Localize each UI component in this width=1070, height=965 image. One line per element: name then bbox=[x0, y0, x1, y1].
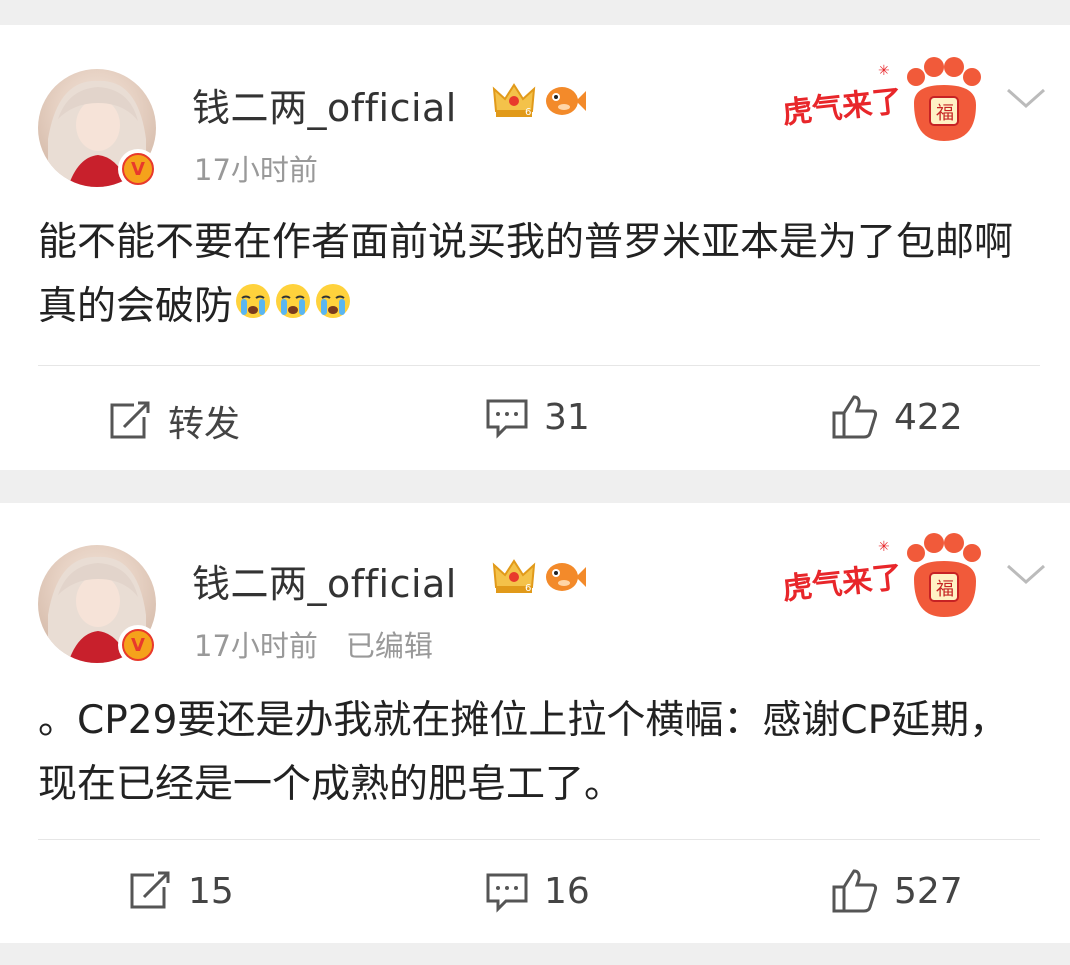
like-count: 527 bbox=[894, 870, 963, 912]
comment-icon bbox=[486, 399, 528, 439]
timestamp: 17小时前 bbox=[194, 629, 318, 663]
comment-count: 16 bbox=[544, 870, 590, 912]
crying-face-icon bbox=[313, 277, 353, 341]
svg-text:6: 6 bbox=[525, 583, 531, 594]
edited-label: 已编辑 bbox=[345, 629, 433, 663]
user-badges[interactable]: 6 bbox=[492, 557, 588, 597]
username[interactable]: 钱二两_official bbox=[192, 77, 457, 132]
repost-count: 15 bbox=[188, 870, 234, 912]
user-badges[interactable]: 6 bbox=[492, 81, 588, 121]
thumbs-up-icon bbox=[832, 869, 878, 913]
promo-text: 虎气来了 bbox=[782, 84, 904, 131]
comment-button[interactable]: 16 bbox=[484, 869, 590, 913]
post-text: 。CP29要还是办我就在摊位上拉个横幅：感谢CP延期，现在已经是一个成熟的肥皂工… bbox=[38, 698, 1009, 807]
repost-icon bbox=[130, 871, 170, 909]
promo-text: 虎气来了 bbox=[782, 560, 904, 607]
avatar[interactable]: V bbox=[38, 545, 158, 665]
verified-badge-icon: V bbox=[118, 625, 158, 665]
svg-text:✳: ✳ bbox=[878, 63, 890, 79]
post-card[interactable]: V 钱二两_official 6 17小时前 虎气来了 福 ✳ 能不能不要在作者… bbox=[0, 25, 1070, 470]
fish-badge-icon bbox=[546, 87, 586, 115]
username[interactable]: 钱二两_official bbox=[192, 553, 457, 608]
verified-badge-icon: V bbox=[118, 149, 158, 189]
comment-icon bbox=[486, 873, 528, 913]
repost-button[interactable]: 转发 bbox=[106, 395, 240, 447]
fish-badge-icon bbox=[546, 563, 586, 591]
tiger-year-promo-icon[interactable]: 虎气来了 福 ✳ bbox=[782, 521, 987, 621]
thumbs-up-icon bbox=[832, 395, 878, 439]
comment-count: 31 bbox=[544, 396, 590, 438]
post-text: 能不能不要在作者面前说买我的普罗米亚本是为了包邮啊真的会破防 bbox=[38, 220, 1014, 329]
post-content: 能不能不要在作者面前说买我的普罗米亚本是为了包邮啊真的会破防 bbox=[38, 211, 1038, 341]
post-card[interactable]: V 钱二两_official 6 17小时前 已编辑 虎气来了 福 ✳ 。CP2… bbox=[0, 503, 1070, 943]
svg-text:6: 6 bbox=[525, 107, 531, 118]
repost-icon bbox=[110, 401, 150, 439]
repost-label: 转发 bbox=[168, 404, 241, 445]
like-button[interactable]: 527 bbox=[830, 867, 963, 915]
svg-text:✳: ✳ bbox=[878, 539, 890, 555]
post-content: 。CP29要还是办我就在摊位上拉个横幅：感谢CP延期，现在已经是一个成熟的肥皂工… bbox=[38, 689, 1028, 817]
like-count: 422 bbox=[894, 396, 963, 438]
svg-text:福: 福 bbox=[936, 103, 954, 124]
repost-button[interactable]: 15 bbox=[126, 869, 234, 913]
like-button[interactable]: 422 bbox=[830, 393, 963, 441]
crying-face-icon bbox=[273, 277, 313, 341]
svg-text:福: 福 bbox=[936, 579, 954, 600]
chevron-down-icon[interactable] bbox=[1002, 556, 1050, 592]
crying-face-icon bbox=[233, 277, 273, 341]
crown-badge-icon: 6 bbox=[492, 83, 536, 118]
avatar[interactable]: V bbox=[38, 69, 158, 189]
timestamp: 17小时前 bbox=[194, 153, 318, 187]
divider bbox=[38, 839, 1040, 840]
tiger-year-promo-icon[interactable]: 虎气来了 福 ✳ bbox=[782, 45, 987, 145]
crown-badge-icon: 6 bbox=[492, 559, 536, 594]
comment-button[interactable]: 31 bbox=[484, 395, 590, 439]
post-time: 17小时前 已编辑 bbox=[194, 623, 433, 665]
post-time: 17小时前 bbox=[194, 147, 318, 189]
chevron-down-icon[interactable] bbox=[1002, 80, 1050, 116]
divider bbox=[38, 365, 1040, 366]
